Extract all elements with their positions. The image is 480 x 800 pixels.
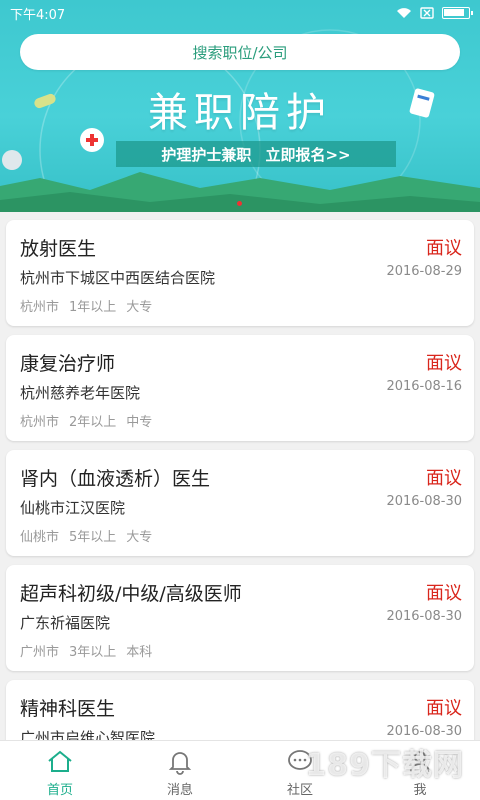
job-date: 2016-08-29 (386, 264, 462, 279)
job-experience: 1年以上 (69, 300, 117, 315)
job-title: 康复治疗师 (20, 353, 116, 375)
job-title: 放射医生 (20, 238, 97, 260)
tab-label: 我 (413, 783, 427, 798)
hero-banner[interactable]: 下午4:07 搜索职位/公司 兼职陪护 护理护士兼职 立即报名>> (0, 0, 480, 212)
status-bar: 下午4:07 (0, 0, 480, 26)
search-label: 搜索职位/公司 (192, 43, 288, 62)
job-hospital: 广州市启维心智医院 (20, 729, 156, 740)
person-icon (410, 751, 430, 773)
bottom-tab-bar: 首页 消息 社区 我 (0, 740, 480, 800)
job-hospital: 杭州市下城区中西医结合医院 (20, 269, 216, 287)
job-education: 大专 (126, 530, 153, 545)
job-education: 本科 (126, 645, 153, 660)
job-salary: 面议 (426, 353, 462, 374)
tab-messages[interactable]: 消息 (120, 741, 240, 800)
status-time: 下午4:07 (10, 7, 66, 23)
tab-label: 首页 (46, 783, 73, 798)
battery-icon (442, 7, 473, 19)
tab-me[interactable]: 我 (360, 741, 480, 800)
job-meta: 仙桃市 5年以上 大专 (20, 526, 152, 545)
job-date: 2016-08-16 (386, 379, 462, 394)
job-experience: 2年以上 (69, 415, 117, 430)
job-city: 杭州市 (20, 415, 60, 430)
job-card[interactable]: 精神科医生 面议 广州市启维心智医院 2016-08-30 (6, 680, 474, 740)
job-card[interactable]: 放射医生 面议 杭州市下城区中西医结合医院 2016-08-29 杭州市 1年以… (6, 220, 474, 326)
job-card[interactable]: 超声科初级/中级/高级医师 面议 广东祈福医院 2016-08-30 广州市 3… (6, 565, 474, 671)
job-education: 大专 (126, 300, 153, 315)
search-bar[interactable]: 搜索职位/公司 (20, 34, 460, 70)
job-city: 仙桃市 (20, 530, 60, 545)
job-meta: 广州市 3年以上 本科 (20, 641, 152, 660)
job-education: 中专 (126, 415, 153, 430)
job-hospital: 广东祈福医院 (20, 614, 111, 632)
banner-title: 兼职陪护 (148, 90, 332, 136)
job-date: 2016-08-30 (386, 494, 462, 509)
job-list[interactable]: 放射医生 面议 杭州市下城区中西医结合医院 2016-08-29 杭州市 1年以… (0, 212, 480, 740)
banner-cta-link: 立即报名>> (265, 145, 351, 164)
banner-cta-text: 护理护士兼职 (161, 145, 252, 164)
job-date: 2016-08-30 (386, 724, 462, 739)
tab-community[interactable]: 社区 (240, 741, 360, 800)
job-city: 广州市 (20, 645, 60, 660)
tab-label: 消息 (166, 783, 193, 798)
chat-icon (288, 750, 312, 770)
bell-icon (168, 752, 192, 775)
job-experience: 5年以上 (69, 530, 117, 545)
job-card[interactable]: 康复治疗师 面议 杭州慈养老年医院 2016-08-16 杭州市 2年以上 中专 (6, 335, 474, 441)
home-icon (48, 750, 72, 772)
job-salary: 面议 (426, 238, 462, 259)
job-card[interactable]: 肾内（血液透析）医生 面议 仙桃市江汉医院 2016-08-30 仙桃市 5年以… (6, 450, 474, 556)
wifi-icon (397, 8, 411, 18)
job-salary: 面议 (426, 698, 462, 719)
job-city: 杭州市 (20, 300, 60, 315)
job-title: 超声科初级/中级/高级医师 (20, 583, 242, 605)
job-hospital: 杭州慈养老年医院 (20, 384, 141, 402)
carousel-indicator (237, 201, 242, 206)
job-hospital: 仙桃市江汉医院 (20, 499, 126, 517)
job-salary: 面议 (426, 468, 462, 489)
job-date: 2016-08-30 (386, 609, 462, 624)
job-title: 肾内（血液透析）医生 (20, 468, 211, 490)
job-meta: 杭州市 2年以上 中专 (20, 411, 152, 430)
job-title: 精神科医生 (20, 698, 116, 720)
tab-home[interactable]: 首页 (0, 741, 120, 800)
job-meta: 杭州市 1年以上 大专 (20, 296, 152, 315)
banner-signup-button[interactable]: 护理护士兼职 立即报名>> (116, 141, 396, 167)
job-salary: 面议 (426, 583, 462, 604)
tab-label: 社区 (286, 783, 313, 798)
no-sim-icon (420, 7, 434, 19)
job-experience: 3年以上 (69, 645, 117, 660)
